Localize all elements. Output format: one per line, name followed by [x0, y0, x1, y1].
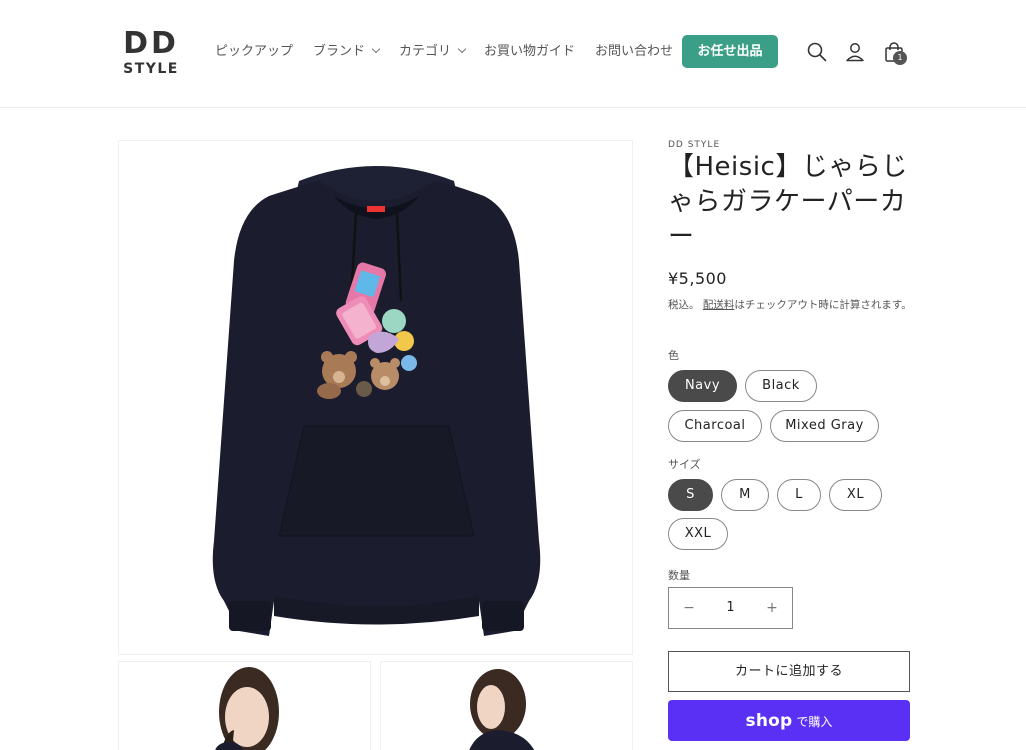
model-photo-back — [469, 669, 535, 750]
shop-pay-label: で購入 — [796, 715, 833, 729]
quantity-label: 数量 — [668, 569, 690, 582]
nav-item-label: お買い物ガイド — [484, 44, 576, 59]
nav-item-contact[interactable]: お問い合わせ — [595, 43, 673, 61]
quantity-increase-button[interactable]: + — [752, 588, 792, 628]
color-option-black[interactable]: Black — [745, 370, 817, 402]
logo-text-style: STYLE — [123, 61, 179, 77]
size-option-xxl[interactable]: XXL — [668, 518, 728, 550]
nav-item-label: ピックアップ — [215, 44, 294, 59]
cart-count-badge: 1 — [893, 51, 907, 65]
quantity-input[interactable]: 1 — [709, 588, 752, 628]
color-label: 色 — [668, 349, 679, 362]
nav-item-label: カテゴリ — [399, 44, 452, 59]
size-option-s[interactable]: S — [668, 479, 713, 511]
model-photo-front — [215, 667, 279, 750]
shipping-link[interactable]: 配送料 — [703, 299, 735, 311]
color-option-charcoal[interactable]: Charcoal — [668, 410, 762, 442]
product-thumbnail[interactable] — [380, 661, 633, 750]
nav-item-label: お問い合わせ — [595, 44, 674, 59]
nav-item-shopping-guide[interactable]: お買い物ガイド — [484, 43, 575, 61]
store-logo[interactable]: DD STYLE — [123, 28, 179, 78]
nav-item-category[interactable]: カテゴリ — [399, 43, 467, 61]
logo-text-dd: DD — [123, 26, 179, 61]
size-option-l[interactable]: L — [777, 479, 821, 511]
size-option-xl[interactable]: XL — [829, 479, 882, 511]
consign-listing-button[interactable]: お任せ出品 — [682, 35, 778, 68]
nav-item-pickup[interactable]: ピックアップ — [215, 43, 293, 61]
shop-pay-logo: shop — [745, 711, 793, 731]
chevron-down-icon — [371, 44, 381, 54]
color-option-mixed-gray[interactable]: Mixed Gray — [770, 410, 879, 442]
hoodie-illustration — [212, 166, 541, 636]
quantity-decrease-button[interactable]: − — [669, 588, 709, 628]
quantity-stepper: − 1 + — [668, 587, 793, 629]
product-main-image[interactable] — [118, 140, 633, 655]
tax-note-suffix: はチェックアウト時に計算されます。 — [734, 299, 912, 311]
tax-note: 税込。 配送料はチェックアウト時に計算されます。 — [668, 297, 913, 314]
search-icon[interactable] — [806, 41, 828, 63]
tax-note-prefix: 税込。 — [668, 299, 700, 311]
nav-item-brand[interactable]: ブランド — [313, 43, 381, 61]
size-label: サイズ — [668, 458, 701, 471]
chevron-down-icon — [457, 44, 467, 54]
product-price: ¥5,500 — [668, 269, 727, 288]
product-vendor: DD STYLE — [668, 140, 721, 150]
size-option-m[interactable]: M — [721, 479, 769, 511]
product-thumbnail[interactable] — [118, 661, 371, 750]
add-to-cart-button[interactable]: カートに追加する — [668, 651, 910, 692]
product-title: 【Heisic】じゃらじゃらガラケーパーカー — [668, 152, 908, 252]
color-option-navy[interactable]: Navy — [668, 370, 737, 402]
shop-pay-button[interactable]: shop で購入 — [668, 700, 910, 741]
account-icon[interactable] — [844, 41, 866, 63]
nav-item-label: ブランド — [313, 44, 366, 59]
site-header: DD STYLE ピックアップ ブランド カテゴリ お買い物ガイド お問い合わせ… — [0, 0, 1026, 108]
